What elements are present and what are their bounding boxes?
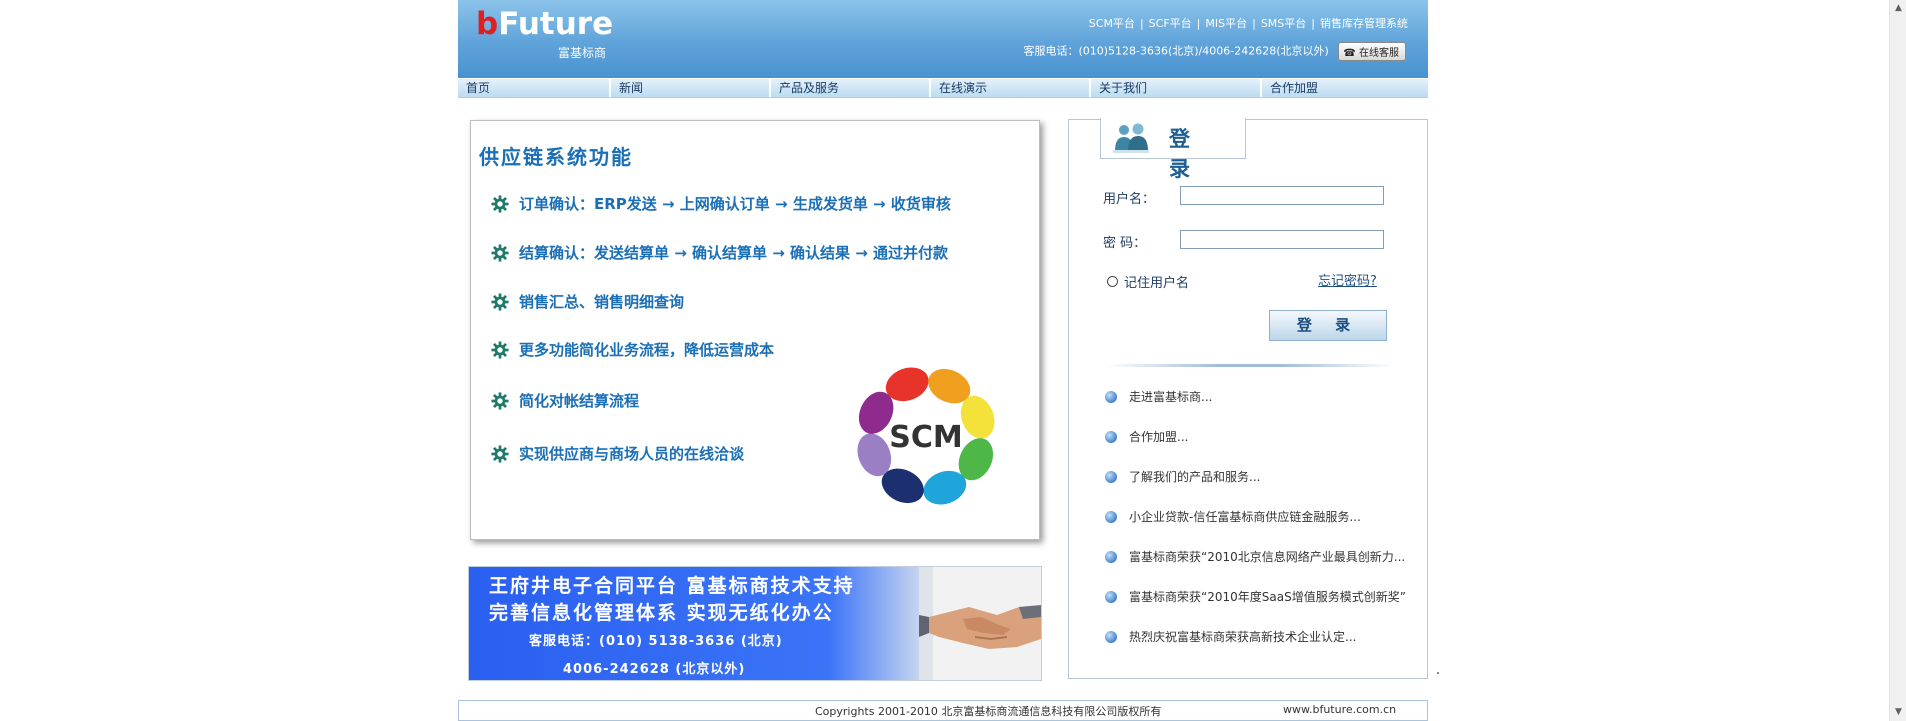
login-header: 登 录 xyxy=(1100,118,1246,181)
link-separator: | xyxy=(1252,17,1256,30)
scm-logo-text: SCM xyxy=(889,420,962,455)
scroll-down-arrow-icon[interactable]: ▼ xyxy=(1890,704,1906,721)
feature-text: 简化对帐结算流程 xyxy=(519,392,640,410)
bullet-icon xyxy=(1105,430,1117,443)
news-link[interactable]: 热烈庆祝富基标商荣获高新技术企业认定... xyxy=(1129,628,1356,645)
bullet-icon xyxy=(1105,550,1117,563)
link-separator: | xyxy=(1311,17,1315,30)
promo-banner[interactable]: 王府井电子合同平台 富基标商技术支持 完善信息化管理体系 实现无纸化办公 客服电… xyxy=(468,566,1042,681)
top-link-mis[interactable]: MIS平台 xyxy=(1205,17,1247,30)
feature-text: 结算确认：发送结算单 → 确认结算单 → 确认结果 → 通过并付款 xyxy=(519,244,949,262)
users-icon xyxy=(1113,123,1149,153)
username-label: 用户名： xyxy=(1103,192,1156,207)
login-title: 登 录 xyxy=(1169,127,1199,181)
link-separator: | xyxy=(1196,17,1201,30)
service-bar: 客服电话：(010)5128-3636(北京)/4006-242628(北京以外… xyxy=(1023,42,1406,61)
online-service-label: 在线客服 xyxy=(1359,48,1399,59)
remember-username[interactable]: 记住用户名 xyxy=(1107,272,1189,291)
news-item[interactable]: 富基标商荣获“2010年度SaaS增值服务模式创新奖” xyxy=(1105,588,1406,605)
news-link[interactable]: 走进富基标商... xyxy=(1129,388,1212,405)
bullet-icon xyxy=(1105,630,1117,643)
bullet-icon xyxy=(1105,390,1117,403)
feature-item: 订单确认：ERP发送 → 上网确认订单 → 生成发货单 → 收货审核 xyxy=(491,193,951,214)
scm-logo: SCM xyxy=(857,367,995,505)
banner-line-2: 完善信息化管理体系 实现无纸化办公 xyxy=(489,602,834,624)
feature-item: 实现供应商与商场人员的在线洽谈 xyxy=(491,443,744,464)
service-phone: 客服电话：(010)5128-3636(北京)/4006-242628(北京以外… xyxy=(1023,44,1329,58)
news-item[interactable]: 了解我们的产品和服务... xyxy=(1105,468,1260,485)
news-item[interactable]: 富基标商荣获“2010北京信息网络产业最具创新力... xyxy=(1105,548,1405,565)
top-link-inventory[interactable]: 销售库存管理系统 xyxy=(1320,17,1408,30)
logo[interactable]: bFuture xyxy=(476,6,613,42)
logo-subtitle: 富基标商 xyxy=(558,46,607,60)
logo-wordmark: Future xyxy=(498,6,614,42)
nav-item-home[interactable]: 首页 xyxy=(458,79,611,97)
main-nav: 首页 新闻 产品及服务 在线演示 关于我们 合作加盟 xyxy=(458,79,1428,98)
remember-radio[interactable] xyxy=(1107,276,1118,287)
remember-label: 记住用户名 xyxy=(1124,276,1190,291)
nav-item-news[interactable]: 新闻 xyxy=(611,79,771,97)
divider xyxy=(1105,364,1395,367)
feature-title: 供应链系统功能 xyxy=(479,145,633,169)
handshake-image xyxy=(919,567,1041,680)
page: bFuture 富基标商 SCM平台 | SCF平台 | MIS平台 | SMS平台 | 销售库… xyxy=(458,0,1428,721)
top-links: SCM平台 | SCF平台 | MIS平台 | SMS平台 | 销售库存管理系统 xyxy=(1089,15,1408,31)
news-link[interactable]: 了解我们的产品和服务... xyxy=(1129,468,1260,485)
online-service-button[interactable]: ☎ 在线客服 xyxy=(1338,42,1406,61)
banner-line-1: 王府井电子合同平台 富基标商技术支持 xyxy=(489,575,855,597)
copyright-text: Copyrights 2001-2010 北京富基标商流通信息科技有限公司版权所… xyxy=(815,705,1162,718)
banner-phone-outside: 4006-242628 (北京以外) xyxy=(563,662,746,677)
scroll-up-arrow-icon[interactable]: ▲ xyxy=(1890,0,1906,17)
link-separator: | xyxy=(1139,17,1144,30)
news-link[interactable]: 合作加盟... xyxy=(1129,428,1188,445)
nav-item-about[interactable]: 关于我们 xyxy=(1091,79,1262,97)
banner-phone-beijing: 客服电话：(010) 5138-3636 (北京) xyxy=(529,634,783,649)
nav-item-demo[interactable]: 在线演示 xyxy=(931,79,1091,97)
vertical-scrollbar[interactable]: ▲ ▼ xyxy=(1889,0,1906,721)
news-link[interactable]: 小企业贷款-信任富基标商供应链金融服务... xyxy=(1129,508,1361,525)
nav-item-products[interactable]: 产品及服务 xyxy=(771,79,931,97)
site-footer: Copyrights 2001-2010 北京富基标商流通信息科技有限公司版权所… xyxy=(458,700,1428,721)
site-header: bFuture 富基标商 SCM平台 | SCF平台 | MIS平台 | SMS平台 | 销售库… xyxy=(458,0,1428,78)
gear-icon xyxy=(491,194,509,213)
feature-item: 简化对帐结算流程 xyxy=(491,390,639,411)
feature-text: 实现供应商与商场人员的在线洽谈 xyxy=(519,445,745,463)
feature-text: 销售汇总、销售明细查询 xyxy=(519,293,685,311)
top-link-scm[interactable]: SCM平台 xyxy=(1089,17,1135,30)
feature-item: 销售汇总、销售明细查询 xyxy=(491,291,684,312)
gear-icon xyxy=(491,340,509,359)
login-button[interactable]: 登 录 xyxy=(1269,310,1387,341)
forgot-password-link[interactable]: 忘记密码? xyxy=(1318,270,1377,289)
password-label: 密 码： xyxy=(1103,236,1147,251)
news-link[interactable]: 富基标商荣获“2010年度SaaS增值服务模式创新奖” xyxy=(1129,588,1406,605)
chat-icon: ☎ xyxy=(1343,48,1356,59)
logo-letter-b: b xyxy=(476,6,499,42)
news-item[interactable]: 小企业贷款-信任富基标商供应链金融服务... xyxy=(1105,508,1361,525)
password-field[interactable] xyxy=(1180,230,1384,249)
gear-icon xyxy=(491,292,509,311)
news-item[interactable]: 合作加盟... xyxy=(1105,428,1188,445)
feature-item: 更多功能简化业务流程，降低运营成本 xyxy=(491,339,774,360)
news-item[interactable]: 走进富基标商... xyxy=(1105,388,1212,405)
feature-text: 订单确认：ERP发送 → 上网确认订单 → 生成发货单 → 收货审核 xyxy=(519,195,951,213)
news-item[interactable]: 热烈庆祝富基标商荣获高新技术企业认定... xyxy=(1105,628,1356,645)
bullet-icon xyxy=(1105,470,1117,483)
site-url[interactable]: www.bfuture.com.cn xyxy=(1283,703,1396,716)
top-link-sms[interactable]: SMS平台 xyxy=(1261,17,1306,30)
username-field[interactable] xyxy=(1180,186,1384,205)
feature-text: 更多功能简化业务流程，降低运营成本 xyxy=(519,341,775,359)
stray-dot xyxy=(1437,672,1439,674)
top-link-scf[interactable]: SCF平台 xyxy=(1149,17,1192,30)
login-box: 登 录 用户名： 密 码： 记住用户名 忘记密码? 登 录 走进富基标商... … xyxy=(1068,118,1428,679)
bullet-icon xyxy=(1105,510,1117,523)
bullet-icon xyxy=(1105,590,1117,603)
gear-icon xyxy=(491,391,509,410)
gear-icon xyxy=(491,444,509,463)
news-link[interactable]: 富基标商荣获“2010北京信息网络产业最具创新力... xyxy=(1129,548,1405,565)
gear-icon xyxy=(491,243,509,262)
feature-panel: 供应链系统功能 订单确认：ERP发送 → 上网确认订单 → 生成发货单 → 收货… xyxy=(470,120,1040,540)
feature-item: 结算确认：发送结算单 → 确认结算单 → 确认结果 → 通过并付款 xyxy=(491,242,948,263)
nav-item-partner[interactable]: 合作加盟 xyxy=(1262,79,1428,97)
